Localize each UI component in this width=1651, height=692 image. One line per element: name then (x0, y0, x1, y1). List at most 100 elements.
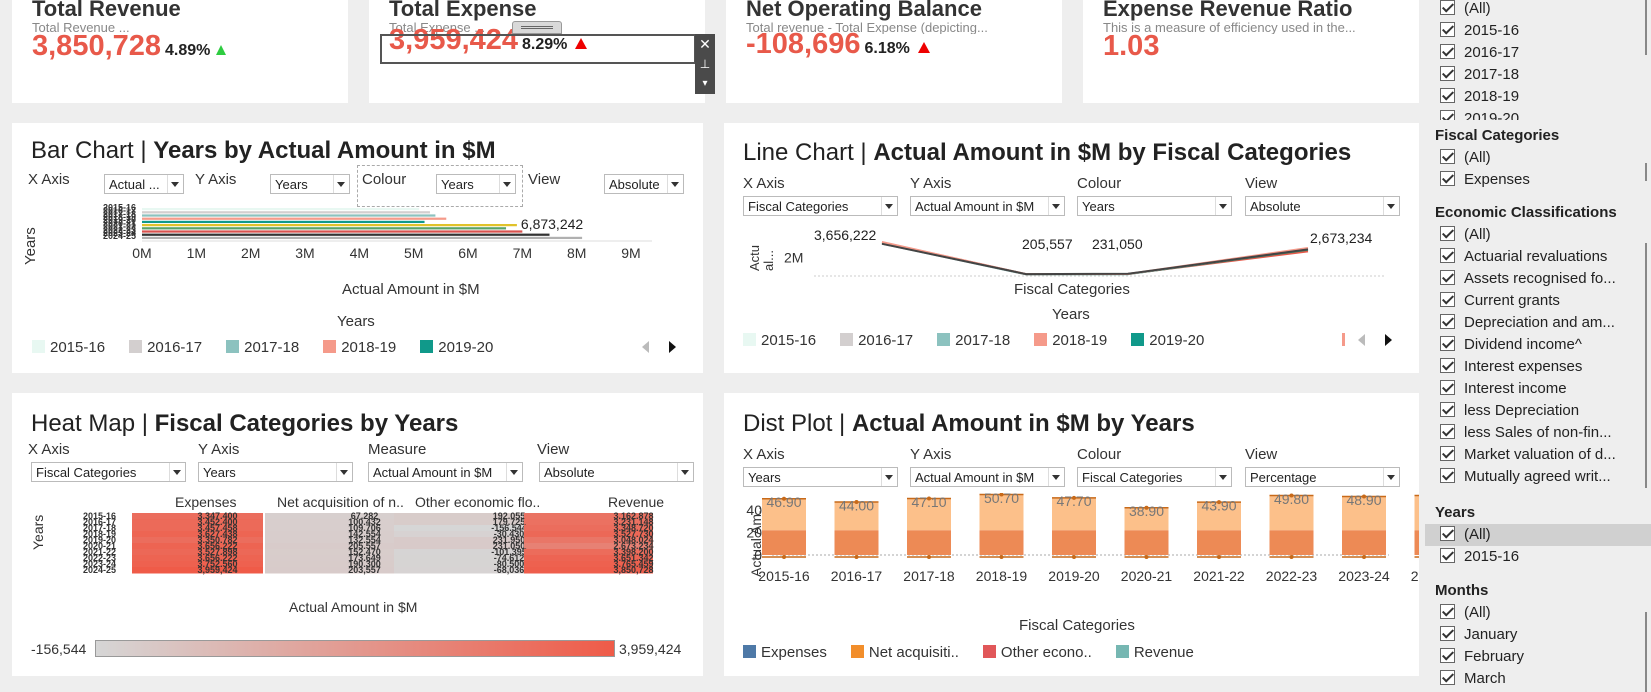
checkbox-checked-icon[interactable] (1440, 248, 1455, 263)
filter-item[interactable]: 2019-20 (1425, 108, 1651, 120)
legend-item[interactable]: 2016-17 (129, 339, 202, 356)
filter-item[interactable]: Mutually agreed writ... (1425, 466, 1651, 488)
checkbox-checked-icon[interactable] (1440, 149, 1455, 164)
checkbox-checked-icon[interactable] (1440, 670, 1455, 685)
checkbox-checked-icon[interactable] (1440, 270, 1455, 285)
checkbox-checked-icon[interactable] (1440, 336, 1455, 351)
bar-chart-panel: Bar Chart | Years by Actual Amount in $M… (12, 123, 703, 373)
legend-next-icon[interactable] (1385, 334, 1392, 346)
filter-item[interactable]: (All) (1425, 602, 1651, 624)
filter-item[interactable]: Dividend income^ (1425, 334, 1651, 356)
legend-item[interactable]: Revenue (1115, 644, 1194, 661)
view-dropdown[interactable]: Absolute (539, 462, 694, 482)
checkbox-checked-icon[interactable] (1440, 314, 1455, 329)
checkbox-checked-icon[interactable] (1440, 402, 1455, 417)
legend-item[interactable]: 2018-19 (1034, 332, 1107, 349)
checkbox-checked-icon[interactable] (1440, 548, 1455, 563)
kpi-expense-revenue-ratio: Expense Revenue Ratio This is a measure … (1083, 0, 1419, 103)
view-label: View (537, 441, 570, 458)
chevron-down-icon (677, 463, 691, 481)
filter-item[interactable]: 2017-18 (1425, 64, 1651, 86)
colour-dropdown[interactable]: Years (1077, 196, 1232, 216)
checkbox-checked-icon[interactable] (1440, 292, 1455, 307)
filter-item[interactable]: (All) (1425, 147, 1651, 169)
legend-item[interactable]: 2019-20 (420, 339, 493, 356)
legend-item[interactable]: 2016-17 (840, 332, 913, 349)
y-axis-dropdown[interactable]: Actual Amount in $M (910, 196, 1065, 216)
colour-dropdown[interactable]: Fiscal Categories (1077, 467, 1232, 487)
legend-item[interactable]: 2017-18 (937, 332, 1010, 349)
checkbox-checked-icon[interactable] (1440, 88, 1455, 103)
checkbox-checked-icon[interactable] (1440, 626, 1455, 641)
filter-item[interactable]: Expenses (1425, 169, 1651, 191)
filter-item[interactable]: 2015-16 (1425, 20, 1651, 42)
legend-prev-icon[interactable] (1358, 334, 1365, 346)
checkbox-checked-icon[interactable] (1440, 648, 1455, 663)
x-axis-dropdown[interactable]: Actual ... (104, 174, 184, 194)
checkbox-checked-icon[interactable] (1440, 358, 1455, 373)
legend-item[interactable]: 2015-16 (32, 339, 105, 356)
checkbox-checked-icon[interactable] (1440, 380, 1455, 395)
filter-item[interactable]: (All) (1425, 524, 1651, 546)
legend-prev-icon[interactable] (642, 341, 649, 353)
filter-item[interactable]: March (1425, 668, 1651, 690)
filter-item[interactable]: 2016-17 (1425, 42, 1651, 64)
filter-item[interactable]: less Depreciation (1425, 400, 1651, 422)
view-dropdown[interactable]: Absolute (1245, 196, 1400, 216)
drag-handle-icon[interactable] (512, 21, 562, 34)
legend-next-icon[interactable] (669, 341, 676, 353)
filter-item[interactable]: (All) (1425, 224, 1651, 246)
filter-item-label: less Depreciation (1464, 402, 1580, 419)
legend-item[interactable]: 2017-18 (226, 339, 299, 356)
filter-item[interactable]: Interest income (1425, 378, 1651, 400)
x-axis-dropdown[interactable]: Fiscal Categories (743, 196, 898, 216)
checkbox-checked-icon[interactable] (1440, 446, 1455, 461)
filter-item[interactable]: January (1425, 624, 1651, 646)
legend-item[interactable]: 2015-16 (743, 332, 816, 349)
y-axis-dropdown[interactable]: Years (270, 174, 350, 194)
legend-item[interactable]: 2018-19 (323, 339, 396, 356)
checkbox-checked-icon[interactable] (1440, 22, 1455, 37)
filter-item[interactable]: Depreciation and am... (1425, 312, 1651, 334)
filter-item[interactable]: (All) (1425, 0, 1651, 20)
checkbox-checked-icon[interactable] (1440, 44, 1455, 59)
filter-item[interactable]: Interest expenses (1425, 356, 1651, 378)
view-dropdown[interactable]: Percentage (1245, 467, 1400, 487)
bar (142, 208, 420, 211)
filter-item[interactable]: less Sales of non-fin... (1425, 422, 1651, 444)
filter-item[interactable]: Current grants (1425, 290, 1651, 312)
legend-item[interactable]: Net acquisiti.. (850, 644, 959, 661)
checkbox-checked-icon[interactable] (1440, 171, 1455, 186)
checkbox-checked-icon[interactable] (1440, 0, 1455, 15)
stack-segment (907, 530, 951, 555)
close-icon[interactable]: ✕ (695, 34, 715, 54)
selection-frame[interactable] (380, 34, 696, 64)
filter-item[interactable]: 2018-19 (1425, 86, 1651, 108)
title-bold: Fiscal Categories by Years (154, 410, 459, 437)
checkbox-checked-icon[interactable] (1440, 424, 1455, 439)
filter-item[interactable]: February (1425, 646, 1651, 668)
x-axis-dropdown[interactable]: Years (743, 467, 898, 487)
y-axis-dropdown[interactable]: Years (198, 462, 353, 482)
filter-item[interactable]: Actuarial revaluations (1425, 246, 1651, 268)
measure-dropdown[interactable]: Actual Amount in $M (368, 462, 523, 482)
legend-item[interactable]: Expenses (743, 644, 827, 661)
view-dropdown[interactable]: Absolute (604, 174, 684, 194)
checkbox-checked-icon[interactable] (1440, 110, 1455, 120)
y-axis-dropdown[interactable]: Actual Amount in $M (910, 467, 1065, 487)
chevron-down-icon[interactable]: ▾ (695, 74, 715, 94)
filter-item[interactable]: 2015-16 (1425, 546, 1651, 568)
filter-item[interactable]: Assets recognised fo... (1425, 268, 1651, 290)
filter-item[interactable]: Market valuation of d... (1425, 444, 1651, 466)
x-axis-dropdown[interactable]: Fiscal Categories (31, 462, 186, 482)
colour-dropdown[interactable]: Years (436, 174, 516, 194)
kpi-value: -108,696 6.18% (746, 28, 930, 61)
checkbox-checked-icon[interactable] (1440, 604, 1455, 619)
checkbox-checked-icon[interactable] (1440, 468, 1455, 483)
legend-item[interactable]: Other econo.. (982, 644, 1092, 661)
checkbox-checked-icon[interactable] (1440, 226, 1455, 241)
legend-item[interactable]: 2019-20 (1131, 332, 1204, 349)
checkbox-checked-icon[interactable] (1440, 66, 1455, 81)
checkbox-checked-icon[interactable] (1440, 526, 1455, 541)
pin-icon[interactable]: ⊥ (695, 54, 715, 74)
